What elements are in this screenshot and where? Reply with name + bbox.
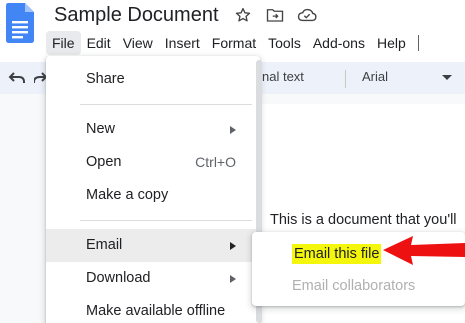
email-collaborators-item: Email collaborators bbox=[292, 278, 416, 294]
star-icon[interactable] bbox=[232, 4, 254, 26]
font-select[interactable]: Arial bbox=[362, 69, 388, 84]
email-this-file-label: Email this file bbox=[292, 244, 382, 264]
redo-icon[interactable] bbox=[33, 70, 48, 86]
submenu-arrow-icon bbox=[230, 242, 236, 250]
file-menu-new[interactable]: New bbox=[46, 113, 260, 146]
submenu-arrow-icon bbox=[230, 275, 236, 283]
dropdown-arrow-icon[interactable] bbox=[442, 75, 452, 80]
menu-add-ons[interactable]: Add-ons bbox=[307, 31, 371, 55]
open-shortcut: Ctrl+O bbox=[195, 154, 236, 170]
document-title[interactable]: Sample Document bbox=[54, 2, 219, 28]
menu-file[interactable]: File bbox=[46, 31, 81, 55]
document-body-text[interactable]: This is a document that you'll bbox=[270, 212, 457, 228]
file-menu-email[interactable]: Email bbox=[46, 229, 260, 262]
undo-icon[interactable] bbox=[8, 70, 26, 86]
red-arrow-icon bbox=[383, 232, 465, 272]
menu-divider bbox=[80, 104, 252, 105]
file-menu-open[interactable]: Open Ctrl+O bbox=[46, 146, 260, 179]
docs-logo-icon[interactable] bbox=[6, 3, 34, 43]
cloud-status-icon[interactable] bbox=[296, 4, 318, 26]
file-menu-make-available-offline[interactable]: Make available offline bbox=[46, 295, 260, 323]
toolbar-divider bbox=[345, 70, 346, 88]
move-to-folder-icon[interactable] bbox=[264, 4, 286, 26]
file-menu-share[interactable]: Share bbox=[46, 63, 260, 96]
menu-divider bbox=[80, 220, 252, 221]
menu-help[interactable]: Help bbox=[371, 31, 412, 55]
menu-tools[interactable]: Tools bbox=[262, 31, 307, 55]
submenu-arrow-icon bbox=[230, 126, 236, 134]
file-menu-download[interactable]: Download bbox=[46, 262, 260, 295]
file-menu-make-a-copy[interactable]: Make a copy bbox=[46, 179, 260, 212]
menu-edit[interactable]: Edit bbox=[81, 31, 117, 55]
menu-view[interactable]: View bbox=[117, 31, 159, 55]
menubar: File Edit View Insert Format Tools Add-o… bbox=[46, 31, 419, 55]
paragraph-style-select[interactable]: nal text bbox=[262, 69, 304, 84]
menu-format[interactable]: Format bbox=[206, 31, 262, 55]
menubar-overflow bbox=[417, 35, 419, 51]
file-menu: Share New Open Ctrl+O Make a copy Email D… bbox=[46, 56, 260, 323]
menu-insert[interactable]: Insert bbox=[159, 31, 206, 55]
